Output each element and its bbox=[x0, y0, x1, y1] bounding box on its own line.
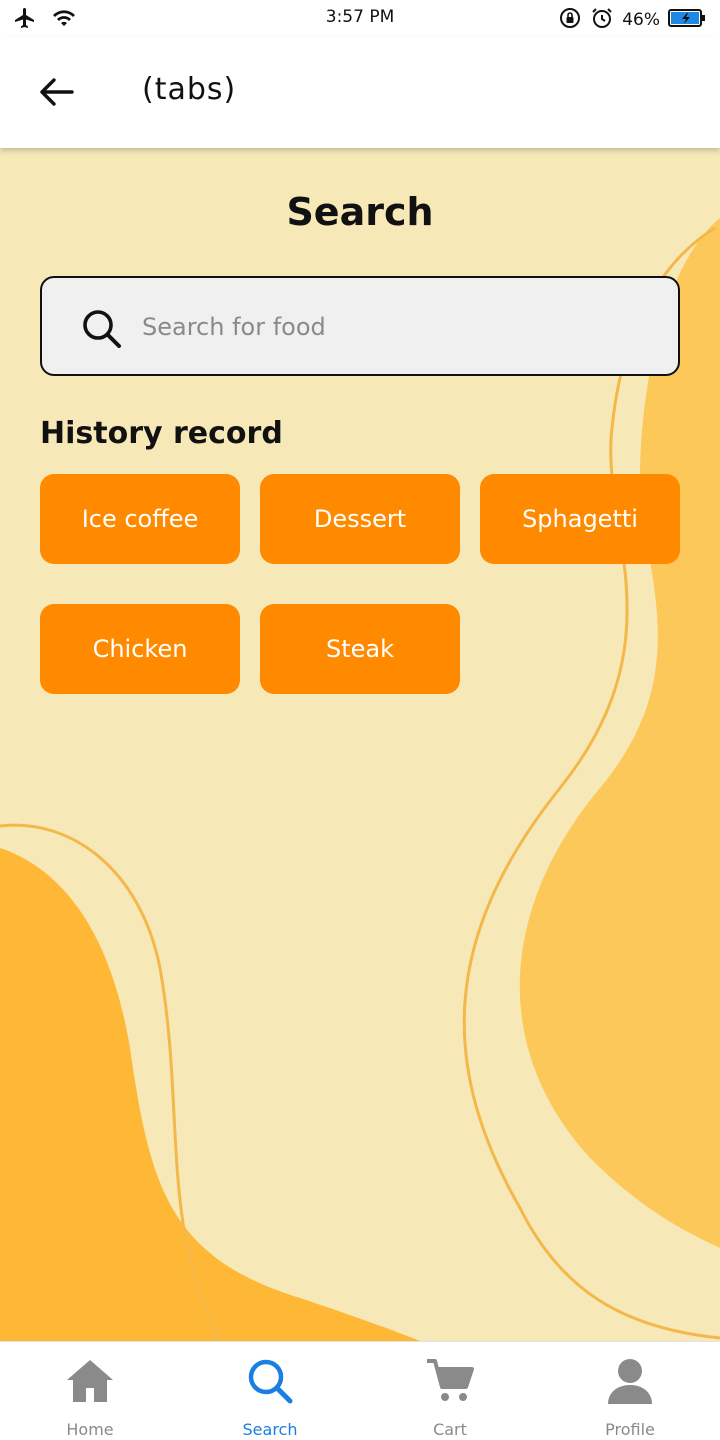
page-title: Search bbox=[286, 190, 434, 234]
alarm-icon bbox=[590, 6, 614, 34]
search-input[interactable] bbox=[142, 302, 662, 352]
nav-label-profile: Profile bbox=[605, 1420, 655, 1439]
history-record-heading: History record bbox=[40, 416, 283, 451]
rotation-lock-icon bbox=[558, 6, 582, 34]
nav-label-home: Home bbox=[66, 1420, 114, 1439]
battery-percent: 46% bbox=[622, 10, 660, 30]
history-chip-chicken[interactable]: Chicken bbox=[40, 604, 240, 694]
app-bar: (tabs) bbox=[0, 36, 720, 148]
search-icon bbox=[245, 1354, 295, 1408]
history-chip-ice-coffee[interactable]: Ice coffee bbox=[40, 474, 240, 564]
history-chip-dessert[interactable]: Dessert bbox=[260, 474, 460, 564]
back-button[interactable] bbox=[36, 72, 76, 112]
status-bar: 3:57 PM 46% bbox=[0, 0, 720, 36]
search-icon bbox=[80, 307, 124, 351]
history-chip-steak[interactable]: Steak bbox=[260, 604, 460, 694]
search-screen: Search History record Ice coffee Dessert… bbox=[0, 148, 720, 1341]
home-icon bbox=[65, 1354, 115, 1408]
nav-tab-home[interactable]: Home bbox=[0, 1342, 180, 1440]
cart-icon bbox=[425, 1354, 475, 1408]
nav-tab-cart[interactable]: Cart bbox=[360, 1342, 540, 1440]
battery-charging-icon bbox=[668, 8, 706, 32]
nav-label-search: Search bbox=[242, 1420, 298, 1439]
app-bar-title: (tabs) bbox=[142, 72, 237, 107]
profile-icon bbox=[605, 1354, 655, 1408]
search-field[interactable] bbox=[40, 276, 680, 376]
arrow-left-icon bbox=[40, 78, 74, 106]
nav-tab-search[interactable]: Search bbox=[180, 1342, 360, 1440]
nav-label-cart: Cart bbox=[433, 1420, 467, 1439]
nav-tab-profile[interactable]: Profile bbox=[540, 1342, 720, 1440]
history-chip-sphagetti[interactable]: Sphagetti bbox=[480, 474, 680, 564]
bottom-nav: Home Search Cart Profile bbox=[0, 1341, 720, 1440]
